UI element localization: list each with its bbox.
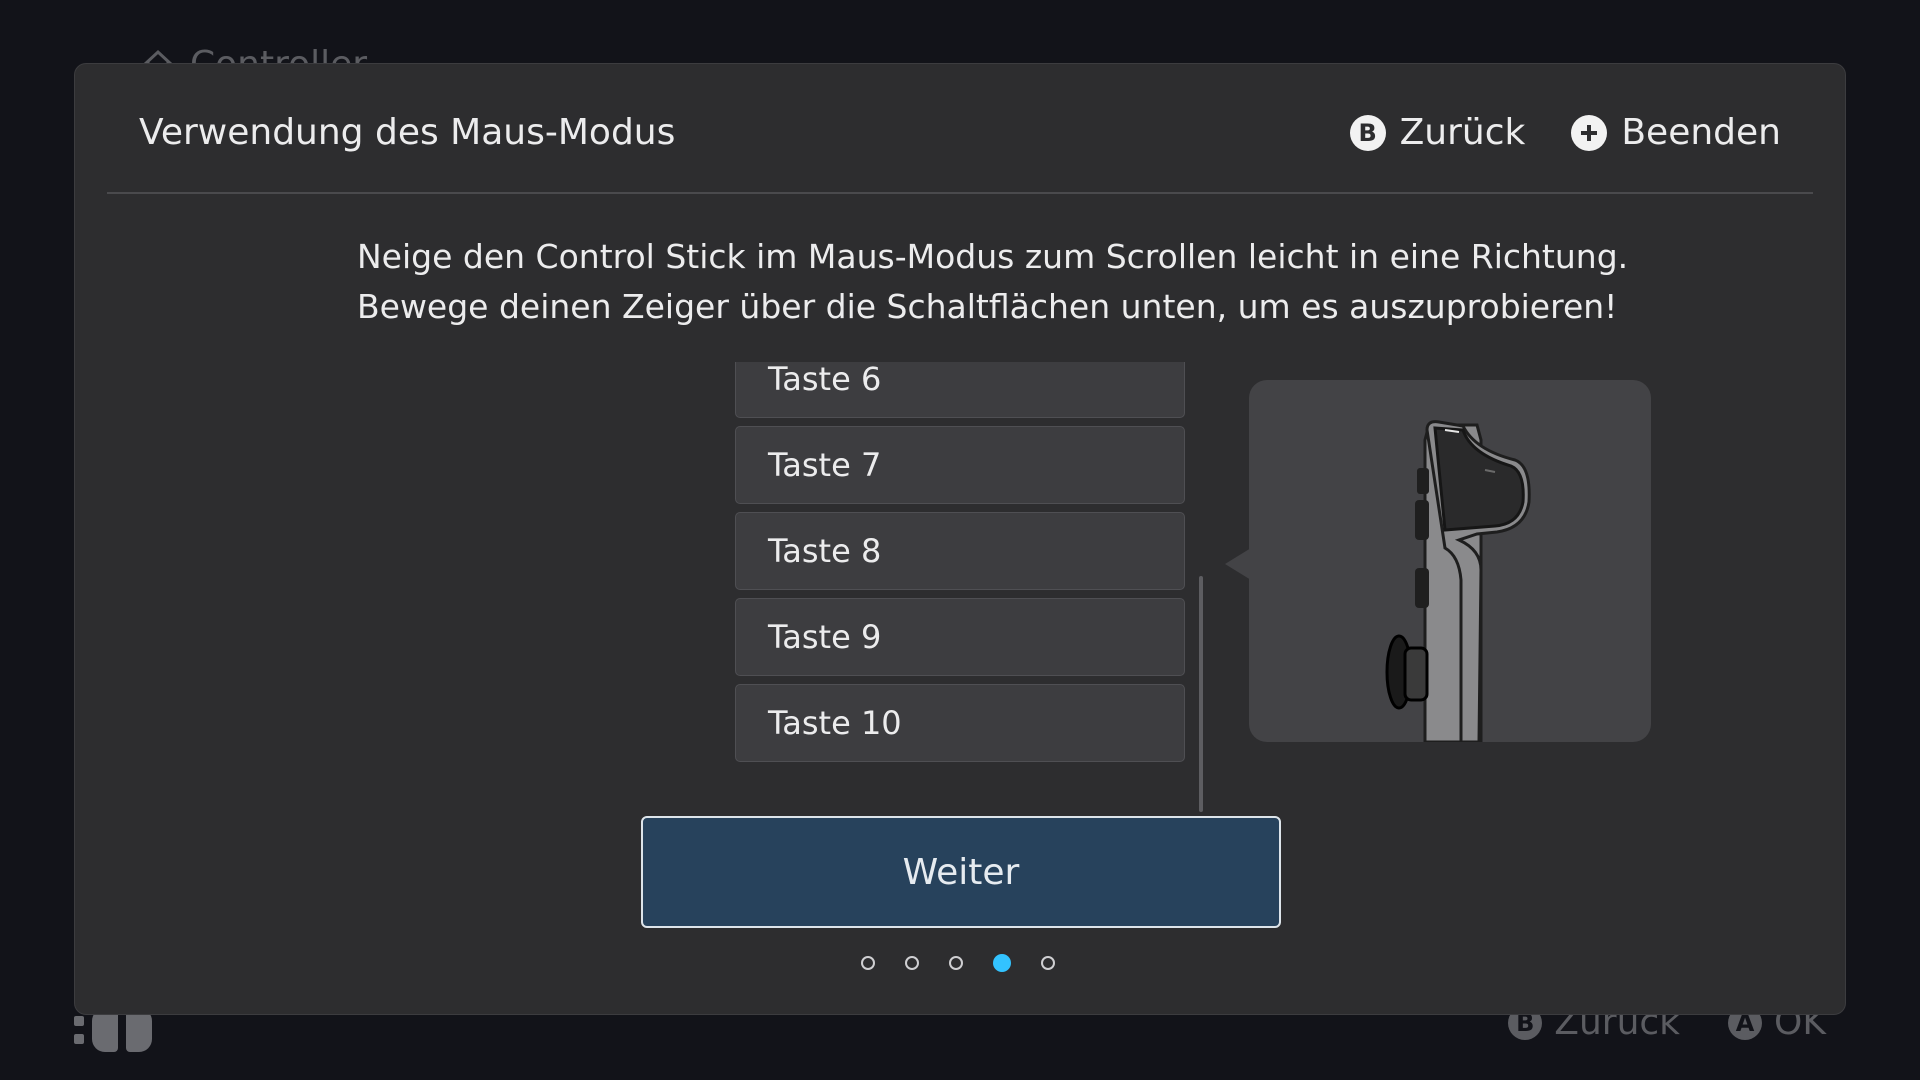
instruction-line-2: Bewege deinen Zeiger über die Schaltfläc…: [357, 287, 1618, 326]
back-button[interactable]: B Zurück: [1349, 112, 1526, 153]
dialog-title: Verwendung des Maus-Modus: [139, 112, 676, 153]
back-label: Zurück: [1399, 112, 1526, 153]
list-scrollbar[interactable]: [1199, 576, 1203, 812]
page-dot-3: [949, 956, 963, 970]
page-indicator: [861, 954, 1055, 972]
player-indicator-icon: [74, 1016, 84, 1044]
b-button-icon: B: [1349, 114, 1386, 151]
test-button-10[interactable]: Taste 10: [735, 684, 1185, 762]
close-button[interactable]: Beenden: [1571, 112, 1781, 153]
joy-con-side-control-stick-icon: [1385, 420, 1531, 742]
scroll-test-list[interactable]: Taste 6 Taste 7 Taste 8 Taste 9 Taste 10: [735, 362, 1189, 818]
mouse-mode-dialog: Verwendung des Maus-Modus B Zurück Beend…: [74, 63, 1846, 1015]
illustration-panel: [1249, 380, 1651, 742]
header-actions: B Zurück Beenden: [1349, 112, 1781, 153]
page-dot-4-active: [993, 954, 1011, 972]
test-button-8[interactable]: Taste 8: [735, 512, 1185, 590]
plus-button-icon: [1571, 114, 1608, 151]
test-button-7[interactable]: Taste 7: [735, 426, 1185, 504]
test-button-9[interactable]: Taste 9: [735, 598, 1185, 676]
test-button-6[interactable]: Taste 6: [735, 362, 1185, 418]
instruction-line-1: Neige den Control Stick im Maus-Modus zu…: [357, 237, 1629, 276]
instruction-text: Neige den Control Stick im Maus-Modus zu…: [357, 232, 1628, 332]
page-dot-2: [905, 956, 919, 970]
dialog-header: Verwendung des Maus-Modus B Zurück Beend…: [107, 64, 1813, 194]
close-label: Beenden: [1621, 112, 1781, 153]
page-dot-5: [1041, 956, 1055, 970]
next-button[interactable]: Weiter: [641, 816, 1281, 928]
page-dot-1: [861, 956, 875, 970]
illustration-pointer: [1225, 548, 1251, 580]
